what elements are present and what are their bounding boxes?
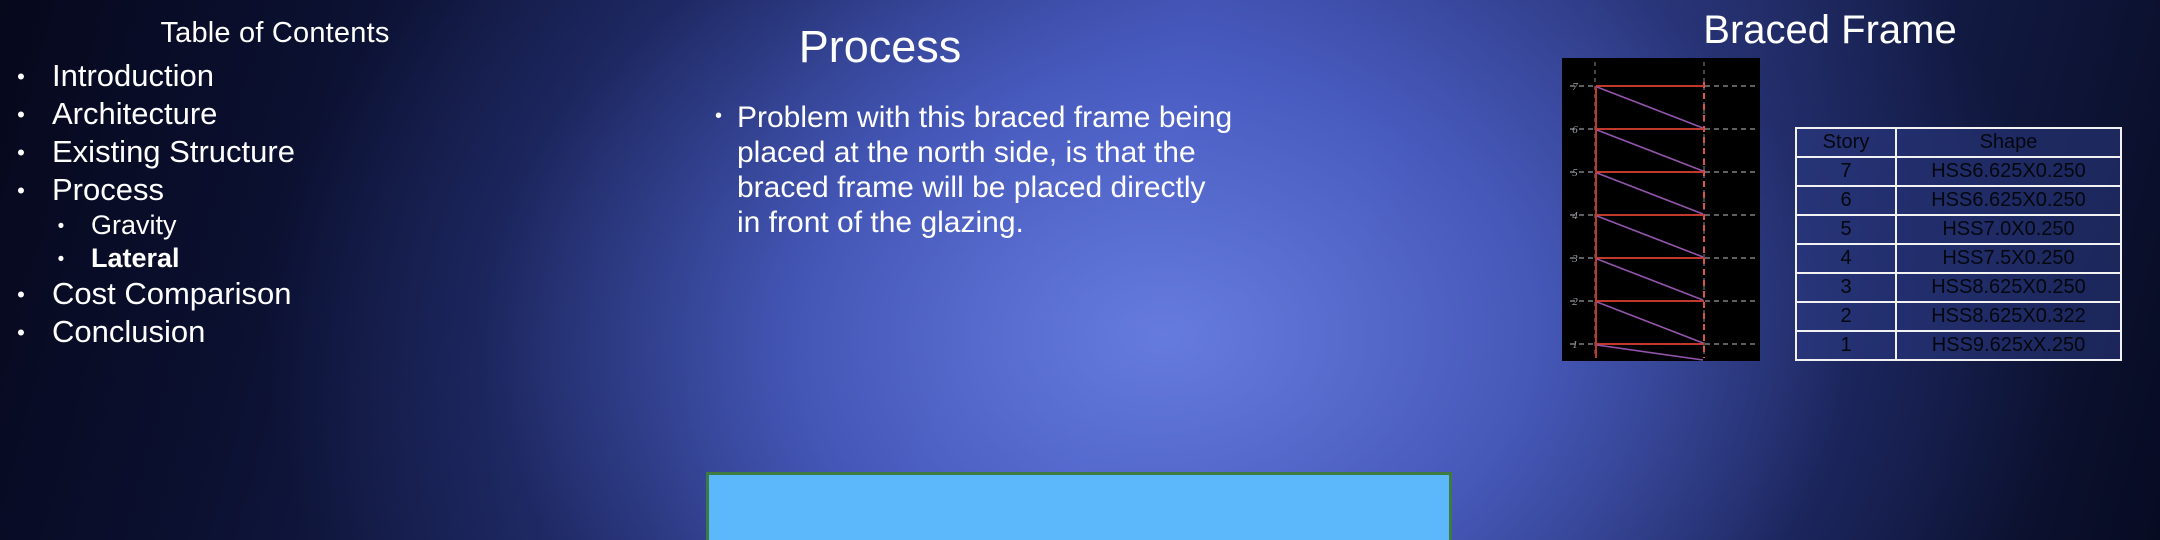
bullet-icon: • [17,177,25,203]
cell-shape: HSS7.5X0.250 [1895,243,2122,274]
cell-story: 7 [1795,156,1897,187]
toc-item-label: Existing Structure [52,133,295,169]
toc-item-label: Architecture [52,95,218,131]
bullet-icon: • [57,249,65,271]
toc-item-label: Process [52,171,164,207]
cell-shape: HSS8.625X0.250 [1895,272,2122,303]
bullet-icon: • [17,63,25,89]
table-of-contents-title: Table of Contents [160,17,390,49]
table-row: 3 HSS8.625X0.250 [1795,272,2122,303]
braced-frame-diagram: 7 6 5 4 3 2 1 [1562,58,1760,361]
bullet-icon: • [17,139,25,165]
toc-item-architecture[interactable]: • Architecture [0,95,520,133]
toc-item-label: Cost Comparison [52,276,292,312]
story-label: 2 [1572,296,1578,308]
toc-item-label: Conclusion [52,314,206,350]
cell-story: 4 [1795,243,1897,274]
table-row: 6 HSS6.625X0.250 [1795,185,2122,216]
process-body-bullet: • Problem with this braced frame being p… [715,100,1235,240]
toc-item-lateral[interactable]: • Lateral [0,242,520,275]
bullet-icon: • [715,105,723,127]
toc-item-process[interactable]: • Process [0,171,520,209]
table-of-contents-list: • Introduction • Architecture • Existing… [0,57,520,351]
process-body-panel: • Problem with this braced frame being p… [715,100,1235,240]
story-label: 7 [1572,81,1578,93]
story-label: 1 [1572,339,1578,351]
bullet-icon: • [57,215,65,237]
table-row: 4 HSS7.5X0.250 [1795,243,2122,274]
toc-item-label: Introduction [52,57,214,93]
table-row: 1 HSS9.625xX.250 [1795,330,2122,361]
toc-item-existing-structure[interactable]: • Existing Structure [0,133,520,171]
table-row: 5 HSS7.0X0.250 [1795,214,2122,245]
column-header-story: Story [1795,127,1897,158]
toc-item-label: Gravity [91,209,177,240]
story-label: 6 [1572,124,1578,136]
column-header-shape: Shape [1895,127,2122,158]
braced-frame-elevation-image: 7 6 5 4 3 2 1 [1562,58,1760,361]
cell-story: 2 [1795,301,1897,332]
story-label: 5 [1572,167,1578,179]
cell-story: 3 [1795,272,1897,303]
cell-story: 5 [1795,214,1897,245]
cell-story: 6 [1795,185,1897,216]
story-label: 3 [1571,253,1578,265]
cell-shape: HSS7.0X0.250 [1895,214,2122,245]
cell-shape: HSS8.625X0.322 [1895,301,2122,332]
toc-item-introduction[interactable]: • Introduction [0,57,520,95]
toc-item-cost-comparison[interactable]: • Cost Comparison [0,275,520,313]
toc-item-conclusion[interactable]: • Conclusion [0,313,520,351]
table-of-contents-panel: Table of Contents • Introduction • Archi… [0,17,520,351]
slide: Table of Contents • Introduction • Archi… [0,0,2160,540]
toc-item-label: Lateral [91,243,180,274]
braced-frame-shape-table: Story Shape 7 HSS6.625X0.250 6 HSS6.625X… [1795,127,2122,361]
table-header-row: Story Shape [1795,127,2122,158]
table-row: 7 HSS6.625X0.250 [1795,156,2122,187]
toc-item-gravity[interactable]: • Gravity [0,209,520,242]
highlight-panel [706,472,1452,540]
cell-story: 1 [1795,330,1897,361]
slide-title-process: Process [798,21,962,72]
story-label: 4 [1572,210,1578,222]
process-body-text: Problem with this braced frame being pla… [737,101,1233,240]
cell-shape: HSS6.625X0.250 [1895,156,2122,187]
diagram-background [1562,58,1760,361]
section-title-braced-frame: Braced Frame [1703,8,1957,52]
bullet-icon: • [17,101,25,127]
bullet-icon: • [17,282,25,308]
cell-shape: HSS6.625X0.250 [1895,185,2122,216]
cell-shape: HSS9.625xX.250 [1895,330,2122,361]
table-row: 2 HSS8.625X0.322 [1795,301,2122,332]
bullet-icon: • [17,320,25,346]
